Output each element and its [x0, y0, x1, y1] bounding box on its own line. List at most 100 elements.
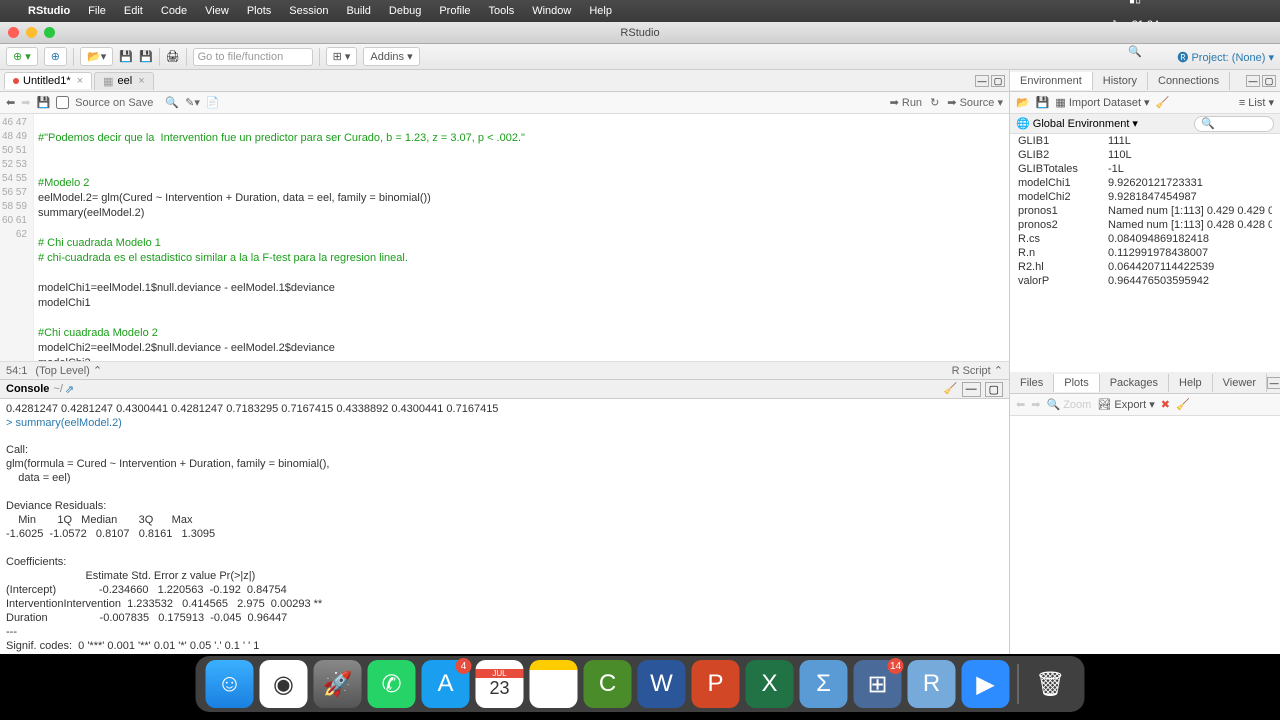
new-file-button[interactable]: ⊕ ▾ — [6, 47, 38, 66]
whatsapp-icon[interactable]: ✆ — [368, 660, 416, 708]
env-var-row[interactable]: R.cs0.084094869182418 — [1010, 232, 1280, 246]
chrome-icon[interactable]: ◉ — [260, 660, 308, 708]
remove-icon[interactable]: ✖ — [1161, 398, 1170, 411]
traffic-lights[interactable] — [8, 27, 55, 38]
menu-window[interactable]: Window — [532, 5, 571, 17]
view-mode-button[interactable]: ≡ List ▾ — [1239, 96, 1274, 109]
env-var-row[interactable]: modelChi29.9281847454987 — [1010, 190, 1280, 204]
project-menu[interactable]: 🅡 Project: (None) ▾ — [1177, 49, 1274, 65]
source-on-save-checkbox[interactable] — [56, 96, 69, 109]
zoom-icon[interactable]: ▶ — [962, 660, 1010, 708]
minimize-pane-icon[interactable]: — — [975, 75, 989, 87]
export-button[interactable]: 🏞 Export ▾ — [1097, 398, 1154, 411]
grid-button[interactable]: ⊞ ▾ — [326, 47, 358, 66]
tab-untitled1[interactable]: Untitled1*× — [4, 72, 92, 89]
console-output[interactable]: 0.4281247 0.4281247 0.4300441 0.4281247 … — [0, 399, 1009, 654]
tab-packages[interactable]: Packages — [1100, 374, 1169, 392]
maximize-pane-icon[interactable]: ▢ — [1262, 75, 1276, 87]
forward-icon[interactable]: ➡ — [1031, 398, 1040, 411]
environment-list[interactable]: GLIB1111LGLIB2110LGLIBTotales-1LmodelChi… — [1010, 134, 1280, 372]
env-var-row[interactable]: GLIBTotales-1L — [1010, 162, 1280, 176]
menu-build[interactable]: Build — [346, 5, 370, 17]
tab-help[interactable]: Help — [1169, 374, 1213, 392]
maximize-pane-icon[interactable]: ▢ — [985, 382, 1003, 397]
run-button[interactable]: ➡ Run — [890, 96, 922, 109]
scope-indicator[interactable]: (Top Level) ⌃ — [35, 364, 102, 377]
close-icon[interactable]: × — [77, 75, 83, 87]
trash-icon[interactable]: 🗑 — [1027, 660, 1075, 708]
env-var-row[interactable]: valorP0.964476503595942 — [1010, 274, 1280, 288]
tab-history[interactable]: History — [1093, 72, 1148, 90]
forward-icon[interactable]: ➡ — [21, 96, 30, 109]
finder-icon[interactable]: ☺ — [206, 660, 254, 708]
tab-environment[interactable]: Environment — [1010, 72, 1093, 90]
env-var-row[interactable]: pronos2Named num [1:113] 0.428 0.428 0… — [1010, 218, 1280, 232]
back-icon[interactable]: ⬅ — [1016, 398, 1025, 411]
report-icon[interactable]: 📄 — [206, 96, 220, 109]
menu-view[interactable]: View — [205, 5, 229, 17]
notes-icon[interactable] — [530, 660, 578, 708]
minimize-pane-icon[interactable]: — — [962, 382, 981, 397]
menu-code[interactable]: Code — [161, 5, 187, 17]
env-var-row[interactable]: GLIB1111L — [1010, 134, 1280, 148]
menu-file[interactable]: File — [88, 5, 106, 17]
save-icon[interactable]: 💾 — [119, 50, 133, 63]
minimize-pane-icon[interactable]: — — [1267, 377, 1280, 389]
goto-file-input[interactable]: Go to file/function — [193, 48, 313, 66]
tab-files[interactable]: Files — [1010, 374, 1054, 392]
back-icon[interactable]: ⬅ — [6, 96, 15, 109]
menu-tools[interactable]: Tools — [489, 5, 515, 17]
save-icon[interactable]: 💾 — [36, 96, 50, 109]
tab-viewer[interactable]: Viewer — [1213, 374, 1267, 392]
rstudio-icon[interactable]: R — [908, 660, 956, 708]
new-project-button[interactable]: ⊕ — [44, 47, 67, 66]
menu-debug[interactable]: Debug — [389, 5, 421, 17]
save-icon[interactable]: 💾 — [1036, 96, 1050, 109]
menu-help[interactable]: Help — [589, 5, 612, 17]
addins-button[interactable]: Addins ▾ — [363, 47, 419, 66]
open-file-button[interactable]: 📂▾ — [80, 47, 113, 66]
env-var-row[interactable]: modelChi19.92620121723331 — [1010, 176, 1280, 190]
camtasia-icon[interactable]: C — [584, 660, 632, 708]
env-var-row[interactable]: pronos1Named num [1:113] 0.429 0.429 0… — [1010, 204, 1280, 218]
appstore-icon[interactable]: A4 — [422, 660, 470, 708]
word-icon[interactable]: W — [638, 660, 686, 708]
menu-plots[interactable]: Plots — [247, 5, 271, 17]
minimize-pane-icon[interactable]: — — [1246, 75, 1260, 87]
battery-icon[interactable]: ▮▯ — [1129, 0, 1141, 5]
console-path-open-icon[interactable]: ⇗ — [65, 383, 74, 396]
tab-eel[interactable]: ▦eel× — [94, 72, 154, 90]
source-button[interactable]: ➡ Source ▾ — [947, 96, 1003, 109]
tab-plots[interactable]: Plots — [1054, 374, 1099, 392]
save-all-icon[interactable]: 💾 — [139, 50, 153, 63]
sigma-icon[interactable]: Σ — [800, 660, 848, 708]
broom-icon[interactable]: 🧹 — [1176, 398, 1190, 411]
menu-session[interactable]: Session — [289, 5, 328, 17]
env-var-row[interactable]: R.n0.112991978438007 — [1010, 246, 1280, 260]
grid-app-icon[interactable]: ⊞14 — [854, 660, 902, 708]
env-var-row[interactable]: R2.hl0.0644207114422539 — [1010, 260, 1280, 274]
load-icon[interactable]: 📂 — [1016, 96, 1030, 109]
env-var-row[interactable]: GLIB2110L — [1010, 148, 1280, 162]
broom-icon[interactable]: 🧹 — [1156, 96, 1170, 109]
find-icon[interactable]: 🔍 — [165, 96, 179, 109]
zoom-button[interactable]: 🔍 Zoom — [1046, 398, 1091, 411]
tab-connections[interactable]: Connections — [1148, 72, 1230, 90]
print-icon[interactable]: 🖨 — [166, 50, 180, 63]
file-type[interactable]: R Script ⌃ — [952, 364, 1003, 377]
calendar-icon[interactable]: JUL23 — [476, 660, 524, 708]
launchpad-icon[interactable]: 🚀 — [314, 660, 362, 708]
scope-selector[interactable]: 🌐 Global Environment ▾ — [1016, 117, 1138, 130]
import-dataset-button[interactable]: ▦ Import Dataset ▾ — [1055, 96, 1149, 109]
menu-edit[interactable]: Edit — [124, 5, 143, 17]
menu-profile[interactable]: Profile — [439, 5, 470, 17]
powerpoint-icon[interactable]: P — [692, 660, 740, 708]
rerun-icon[interactable]: ↻ — [930, 96, 939, 109]
wand-icon[interactable]: ✎▾ — [185, 96, 200, 109]
code-editor[interactable]: 46 47 48 49 50 51 52 53 54 55 56 57 58 5… — [0, 114, 1009, 361]
search-icon[interactable]: 🔍 — [1128, 45, 1142, 58]
env-search-input[interactable] — [1194, 116, 1274, 132]
app-name[interactable]: RStudio — [28, 5, 70, 17]
close-icon[interactable]: × — [138, 75, 144, 87]
excel-icon[interactable]: X — [746, 660, 794, 708]
